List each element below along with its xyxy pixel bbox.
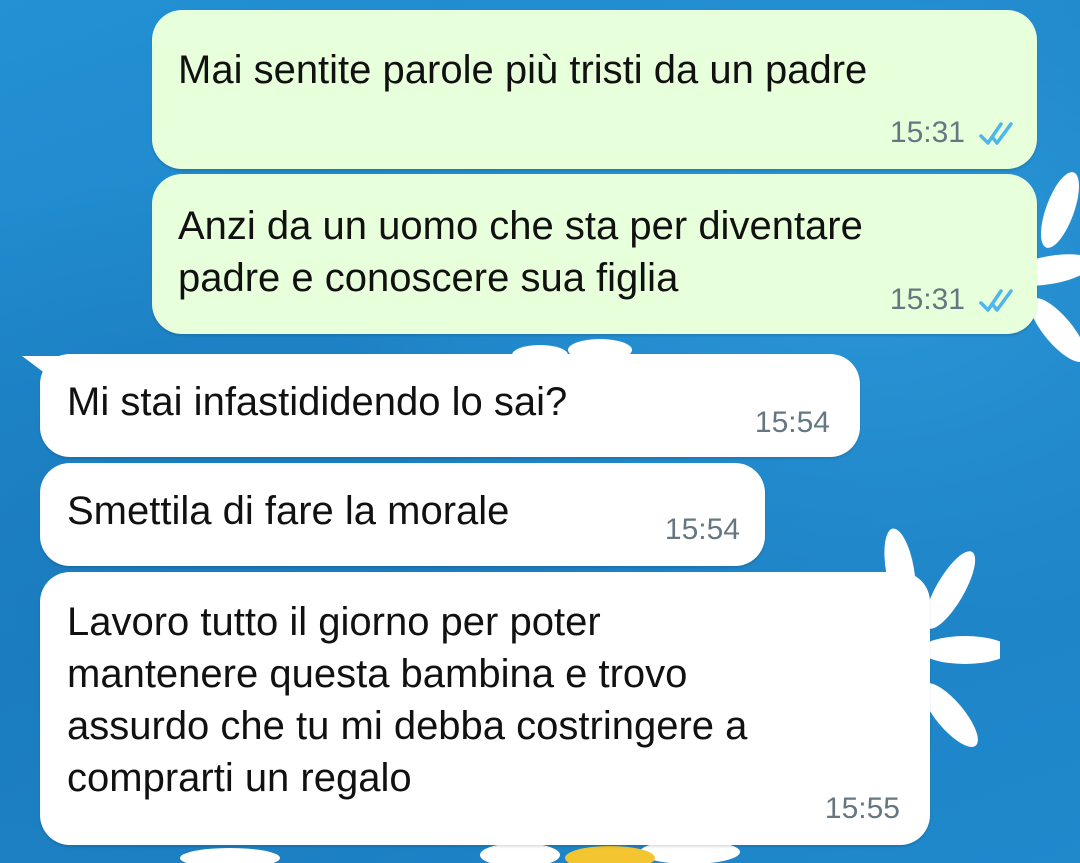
message-bubble-incoming[interactable]: Mi stai infastididendo lo sai? 15:54 — [40, 354, 860, 457]
message-timestamp: 15:54 — [664, 513, 740, 546]
message-text: Anzi da un uomo che sta per diventare pa… — [178, 204, 863, 300]
message-meta: 15:54 — [665, 513, 740, 547]
message-meta: 15:54 — [755, 406, 830, 440]
message-text: Lavoro tutto il giorno per poter mantene… — [67, 600, 748, 800]
message-bubble-incoming[interactable]: Lavoro tutto il giorno per poter mantene… — [40, 572, 930, 845]
message-text: Mi stai infastididendo lo sai? — [67, 380, 568, 424]
double-check-icon — [979, 289, 1013, 312]
message-meta: 15:31 — [890, 283, 1017, 317]
message-text: Smettila di fare la morale — [67, 489, 510, 533]
message-timestamp: 15:54 — [754, 406, 830, 439]
double-check-icon — [979, 122, 1013, 145]
message-meta: 15:55 — [825, 792, 900, 826]
message-bubble-incoming[interactable]: Smettila di fare la morale 15:54 — [40, 463, 765, 566]
message-bubble-outgoing[interactable]: Mai sentite parole più tristi da un padr… — [152, 10, 1037, 169]
message-timestamp: 15:55 — [824, 792, 900, 825]
message-text: Mai sentite parole più tristi da un padr… — [178, 48, 868, 92]
message-timestamp: 15:31 — [889, 283, 965, 316]
message-bubble-outgoing[interactable]: Anzi da un uomo che sta per diventare pa… — [152, 174, 1037, 334]
message-meta: 15:31 — [890, 116, 1017, 150]
message-timestamp: 15:31 — [889, 116, 965, 149]
